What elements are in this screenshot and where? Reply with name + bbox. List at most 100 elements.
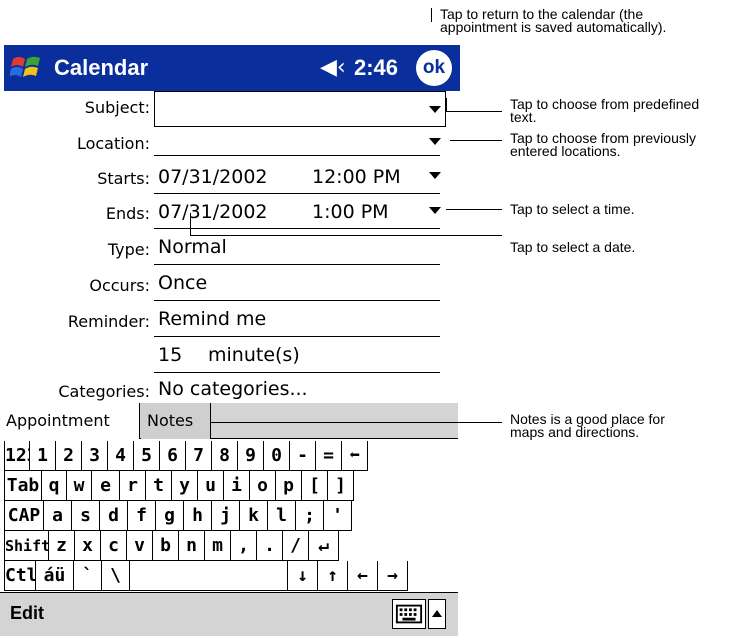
- key-n[interactable]: n: [179, 531, 205, 561]
- callout-subject-text-2: text.: [510, 109, 537, 125]
- input-panel-arrow-icon[interactable]: [428, 599, 446, 629]
- key-4[interactable]: 4: [108, 441, 134, 471]
- key-m[interactable]: m: [205, 531, 231, 561]
- key-o[interactable]: o: [250, 471, 276, 501]
- key-r[interactable]: r: [120, 471, 146, 501]
- key-6[interactable]: 6: [160, 441, 186, 471]
- key-x[interactable]: x: [75, 531, 101, 561]
- windows-start-icon[interactable]: [10, 51, 44, 85]
- type-underline: [154, 264, 440, 265]
- ends-date[interactable]: 07/31/2002: [158, 201, 268, 223]
- clock[interactable]: 2:46: [354, 55, 398, 81]
- type-value[interactable]: Normal: [158, 236, 227, 258]
- keyboard-icon[interactable]: [392, 599, 426, 629]
- speaker-icon[interactable]: ◀‹: [320, 55, 346, 80]
- key-3[interactable]: 3: [82, 441, 108, 471]
- starts-date[interactable]: 07/31/2002: [158, 166, 268, 188]
- key-v[interactable]: v: [127, 531, 153, 561]
- subject-label: Subject:: [84, 98, 150, 117]
- tab-appointment[interactable]: Appointment: [0, 403, 140, 439]
- app-title[interactable]: Calendar: [54, 55, 148, 81]
- key-c[interactable]: c: [101, 531, 127, 561]
- reminder-label: Reminder:: [67, 312, 150, 331]
- key-ctl[interactable]: Ctl: [4, 561, 36, 591]
- key-backslash[interactable]: \: [102, 561, 130, 591]
- subject-dropdown-arrow-icon[interactable]: [429, 106, 441, 113]
- key-8[interactable]: 8: [212, 441, 238, 471]
- key-k[interactable]: k: [240, 501, 268, 531]
- subject-input[interactable]: [154, 91, 446, 127]
- key-sym11[interactable]: [: [302, 471, 328, 501]
- key-1[interactable]: 1: [30, 441, 56, 471]
- key-cap[interactable]: CAP: [4, 501, 44, 531]
- tab-notes[interactable]: Notes: [141, 403, 211, 439]
- key-g[interactable]: g: [156, 501, 184, 531]
- categories-label: Categories:: [58, 382, 150, 401]
- keyboard-row: 1231234567890-=⬅: [4, 441, 368, 471]
- key-shift[interactable]: Shift: [4, 531, 49, 561]
- key-enter[interactable]: ↵: [309, 531, 339, 561]
- location-dropdown-arrow-icon[interactable]: [429, 138, 441, 145]
- key-h[interactable]: h: [184, 501, 212, 531]
- key-sym11[interactable]: -: [290, 441, 316, 471]
- key-123[interactable]: 123: [4, 441, 30, 471]
- reminder-amount[interactable]: 15: [158, 344, 182, 366]
- key-sym8[interactable]: ,: [231, 531, 257, 561]
- key-space[interactable]: [130, 561, 288, 591]
- key-y[interactable]: y: [172, 471, 198, 501]
- key-sym10[interactable]: /: [283, 531, 309, 561]
- callout-notes-text-2: maps and directions.: [510, 424, 640, 440]
- starts-time-dropdown-arrow-icon[interactable]: [429, 172, 441, 179]
- key-5[interactable]: 5: [134, 441, 160, 471]
- categories-value[interactable]: No categories...: [158, 378, 308, 400]
- ok-button[interactable]: ok: [416, 50, 452, 86]
- key-a[interactable]: a: [44, 501, 72, 531]
- key-q[interactable]: q: [42, 471, 67, 501]
- key-arrow-up[interactable]: ↑: [318, 561, 348, 591]
- key-backtick[interactable]: `: [74, 561, 102, 591]
- reminder-unit[interactable]: minute(s): [208, 344, 300, 366]
- keyboard-row: Ctl áü ` \ ↓ ↑ ← →: [4, 561, 408, 591]
- key-tab[interactable]: Tab: [4, 471, 42, 501]
- key-sym9[interactable]: .: [257, 531, 283, 561]
- key-sym12[interactable]: =: [316, 441, 342, 471]
- key-p[interactable]: p: [276, 471, 302, 501]
- key-sym11[interactable]: ': [324, 501, 352, 531]
- key-arrow-right[interactable]: →: [378, 561, 408, 591]
- key-arrow-down[interactable]: ↓: [288, 561, 318, 591]
- starts-underline: [154, 193, 440, 194]
- ends-time-dropdown-arrow-icon[interactable]: [429, 207, 441, 214]
- key-2[interactable]: 2: [56, 441, 82, 471]
- key-t[interactable]: t: [146, 471, 172, 501]
- key-7[interactable]: 7: [186, 441, 212, 471]
- key-backspace[interactable]: ⬅: [342, 441, 368, 471]
- occurs-underline: [154, 300, 440, 301]
- ends-time[interactable]: 1:00 PM: [312, 201, 389, 223]
- key-sym12[interactable]: ]: [328, 471, 354, 501]
- key-e[interactable]: e: [92, 471, 120, 501]
- keyboard-row: CAP a s d f g h j k l; ': [4, 501, 352, 531]
- location-input[interactable]: [154, 155, 440, 156]
- key-l[interactable]: l: [268, 501, 296, 531]
- key-sym10[interactable]: ;: [296, 501, 324, 531]
- key-z[interactable]: z: [49, 531, 75, 561]
- title-bar: Calendar ◀‹ 2:46 ok: [4, 45, 460, 91]
- key-u[interactable]: u: [198, 471, 224, 501]
- key-arrow-left[interactable]: ←: [348, 561, 378, 591]
- key-w[interactable]: w: [67, 471, 92, 501]
- starts-time[interactable]: 12:00 PM: [312, 166, 401, 188]
- keyboard-row: Shift z x c v b n m,. / ↵: [4, 531, 339, 561]
- key-d[interactable]: d: [100, 501, 128, 531]
- key-f[interactable]: f: [128, 501, 156, 531]
- callout-date-text: Tap to select a date.: [510, 239, 636, 255]
- reminder-value[interactable]: Remind me: [158, 308, 266, 330]
- key-j[interactable]: j: [212, 501, 240, 531]
- key-i[interactable]: i: [224, 471, 250, 501]
- key-0[interactable]: 0: [264, 441, 290, 471]
- key-sym1[interactable]: áü: [36, 561, 74, 591]
- key-b[interactable]: b: [153, 531, 179, 561]
- occurs-value[interactable]: Once: [158, 272, 207, 294]
- key-9[interactable]: 9: [238, 441, 264, 471]
- key-s[interactable]: s: [72, 501, 100, 531]
- edit-menu[interactable]: Edit: [10, 603, 44, 624]
